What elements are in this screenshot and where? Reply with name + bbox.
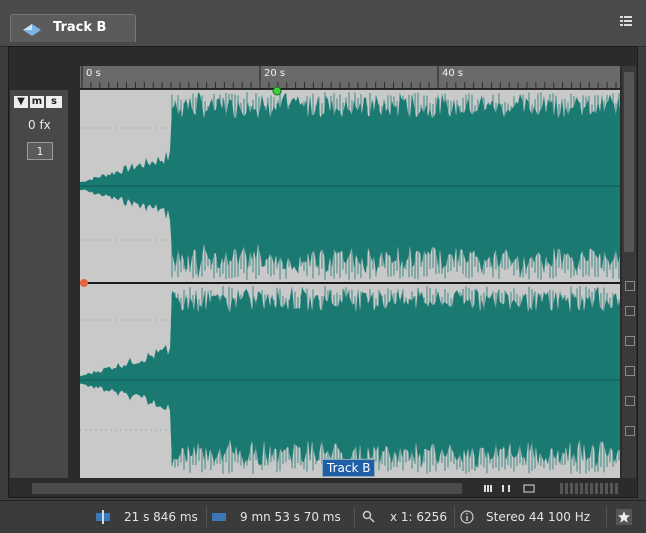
mute-button[interactable]: m <box>30 96 44 108</box>
info-icon <box>460 510 474 524</box>
scroll-down-icon[interactable] <box>625 256 633 264</box>
ruler-label-40: 40 s <box>442 68 464 79</box>
star-settings-icon[interactable] <box>616 509 632 525</box>
view-option-2-icon[interactable] <box>625 366 635 376</box>
ruler-label-0: 0 s <box>86 68 101 79</box>
title-bar: Track B <box>0 0 646 47</box>
audio-editor-window: Track B 0 s 20 s 40 s ▼ m s 0 fx 1 Track… <box>0 0 646 533</box>
cursor-position-icon <box>96 510 110 524</box>
duration-icon <box>212 513 226 521</box>
audio-format[interactable]: Stereo 44 100 Hz <box>486 507 590 527</box>
track-icon <box>23 24 41 36</box>
view-option-1-icon[interactable] <box>625 336 635 346</box>
horizontal-scroll-thumb[interactable] <box>32 483 462 494</box>
cursor-position[interactable]: 21 s 846 ms <box>124 507 198 527</box>
duration[interactable]: 9 mn 53 s 70 ms <box>240 507 341 527</box>
magnifier-icon <box>362 510 375 523</box>
collapse-button[interactable]: ▼ <box>14 96 28 108</box>
ruler-label-20: 20 s <box>264 68 286 79</box>
status-bar: 21 s 846 ms 9 mn 53 s 70 ms x 1: 6256 St… <box>0 500 646 533</box>
time-ruler[interactable]: 0 s 20 s 40 s <box>80 66 620 89</box>
tab-track-b[interactable]: Track B <box>10 14 136 42</box>
ruler-ticks <box>81 66 617 88</box>
waveform-display[interactable] <box>80 90 620 478</box>
tab-title: Track B <box>53 20 107 35</box>
zoom-factor[interactable]: x 1: 6256 <box>390 507 447 527</box>
horizontal-scrollbar[interactable] <box>12 481 620 496</box>
envelope-point-icon <box>80 279 88 287</box>
clip-name-label[interactable]: Track B <box>322 459 376 477</box>
vertical-scrollbar[interactable] <box>622 66 636 478</box>
view-option-3-icon[interactable] <box>625 396 635 406</box>
fx-count-label[interactable]: 0 fx <box>28 118 51 132</box>
zoom-out-icon[interactable] <box>625 306 635 316</box>
zoom-in-icon[interactable] <box>625 281 635 291</box>
list-menu-icon[interactable] <box>620 16 632 26</box>
solo-button[interactable]: s <box>46 96 62 108</box>
overview-meter[interactable] <box>560 483 620 494</box>
zoom-presets-icon[interactable] <box>484 483 556 494</box>
vertical-scroll-thumb[interactable] <box>624 72 634 252</box>
channel-number-box[interactable]: 1 <box>27 142 53 160</box>
view-option-4-icon[interactable] <box>625 426 635 436</box>
playhead-marker-icon[interactable] <box>272 86 282 96</box>
